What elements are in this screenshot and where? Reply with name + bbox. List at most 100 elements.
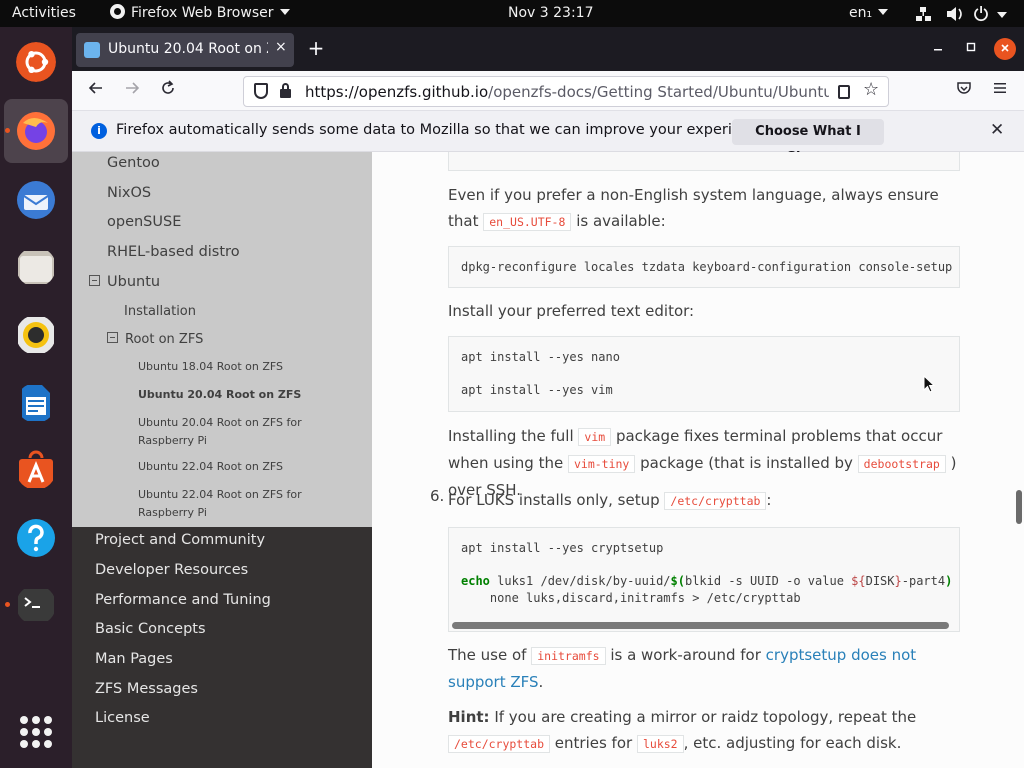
url-bar[interactable]: https://openzfs.github.io/openzfs-docs/G… — [243, 76, 889, 107]
sidebar-item-ubuntu-1804[interactable]: Ubuntu 18.04 Root on ZFS — [138, 358, 358, 376]
code-text: DISK — [865, 574, 895, 588]
code-horizontal-scrollbar[interactable] — [452, 622, 949, 629]
app-menu[interactable]: Firefox Web Browser — [110, 0, 290, 27]
sidebar-item-label: Ubuntu — [107, 274, 161, 290]
chevron-down-icon — [279, 9, 290, 15]
clock[interactable]: Nov 3 23:17 — [508, 0, 593, 27]
back-button[interactable] — [84, 79, 108, 103]
forward-button[interactable] — [120, 79, 144, 103]
sidebar-item-nixos[interactable]: NixOS — [107, 185, 151, 201]
code-line: apt install --yes cryptsetup — [461, 541, 664, 555]
page-vertical-scrollbar[interactable] — [1014, 152, 1024, 768]
sidebar-item-basic-concepts[interactable]: Basic Concepts — [95, 621, 206, 637]
sidebar-item-ubuntu-2204[interactable]: Ubuntu 22.04 Root on ZFS — [138, 458, 358, 476]
arrow-left-icon — [88, 82, 102, 94]
pocket-button[interactable] — [952, 79, 976, 103]
docs-sidebar: Gentoo NixOS openSUSE RHEL-based distro … — [72, 152, 372, 768]
sidebar-item-performance-and-tuning[interactable]: Performance and Tuning — [95, 592, 271, 608]
telemetry-notification-bar: i Firefox automatically sends some data … — [72, 111, 1024, 165]
inline-code: vim-tiny — [567, 455, 636, 473]
text: package (that is installed by — [640, 454, 853, 472]
code-line: dpkg-reconfigure locales tzdata keyboard… — [461, 260, 953, 274]
app-menu-button[interactable] — [988, 79, 1012, 103]
sidebar-item-man-pages[interactable]: Man Pages — [95, 651, 173, 667]
chevron-down-icon — [997, 12, 1007, 18]
sidebar-item-ubuntu-2204-rpi[interactable]: Ubuntu 22.04 Root on ZFS for Raspberry P… — [138, 486, 358, 522]
text: : — [766, 491, 772, 509]
reload-button[interactable] — [156, 79, 180, 103]
notification-message: Firefox automatically sends some data to… — [116, 122, 772, 138]
sidebar-item-rhel[interactable]: RHEL-based distro — [107, 244, 240, 260]
code-line: apt install --yes nano — [461, 350, 620, 364]
dock-software[interactable] — [4, 438, 68, 502]
sidebar-item-opensuse[interactable]: openSUSE — [107, 214, 181, 230]
pocket-icon — [957, 82, 971, 94]
dock-help[interactable] — [4, 506, 68, 570]
inline-code: initramfs — [531, 647, 606, 665]
url-text[interactable]: https://openzfs.github.io/openzfs-docs/G… — [305, 83, 829, 101]
inline-code: /etc/crypttab — [664, 492, 767, 510]
text: . — [538, 673, 544, 691]
inline-code: vim — [578, 428, 612, 446]
sidebar-item-root-on-zfs[interactable]: Root on ZFS — [107, 332, 203, 347]
hamburger-menu-icon — [994, 83, 1006, 93]
activities-button[interactable]: Activities — [12, 0, 76, 27]
collapse-toggle-icon[interactable] — [107, 332, 118, 343]
minimize-button[interactable] — [925, 35, 951, 61]
dock-writer[interactable] — [4, 371, 68, 435]
lock-icon[interactable] — [280, 83, 291, 98]
sidebar-item-ubuntu-2004-rpi[interactable]: Ubuntu 20.04 Root on ZFS for Raspberry P… — [138, 414, 358, 450]
text: Installing the full — [448, 427, 574, 445]
dock-rhythmbox[interactable] — [4, 303, 68, 367]
text: is available: — [576, 212, 666, 230]
new-tab-button[interactable]: + — [303, 35, 329, 61]
show-applications-icon[interactable] — [20, 716, 52, 748]
dock-thunderbird[interactable] — [4, 168, 68, 232]
keyword: echo — [461, 574, 490, 588]
ubuntu-logo-icon — [16, 42, 56, 82]
paragraph-locale: Even if you prefer a non-English system … — [448, 182, 960, 235]
dock-firefox[interactable] — [4, 99, 68, 163]
app-menu-label: Firefox Web Browser — [131, 5, 274, 21]
sidebar-item-ubuntu[interactable]: Ubuntu — [89, 274, 160, 290]
firefox-icon — [17, 112, 55, 150]
dock-terminal[interactable] — [4, 573, 68, 637]
bookmark-star-icon[interactable]: ☆ — [863, 79, 879, 100]
dock-ubuntu[interactable] — [4, 30, 68, 94]
sidebar-item-installation[interactable]: Installation — [124, 304, 196, 319]
input-source-menu[interactable]: en₁ — [849, 0, 889, 27]
scrollbar-thumb[interactable] — [1016, 490, 1022, 524]
text: is a work-around for — [610, 646, 761, 664]
docs-content: Even if you prefer a non-English system … — [372, 152, 1014, 768]
sidebar-item-gentoo[interactable]: Gentoo — [107, 155, 160, 171]
code-text: -part4 — [901, 574, 946, 588]
notification-close-icon[interactable]: ✕ — [990, 120, 1004, 140]
reader-view-icon[interactable] — [838, 85, 850, 99]
sidebar-item-developer-resources[interactable]: Developer Resources — [95, 562, 248, 578]
firefox-icon — [110, 4, 125, 19]
tab-ubuntu-2004-root-on-zfs[interactable]: Ubuntu 20.04 Root on ZFS × — [76, 33, 294, 67]
dock-files[interactable] — [4, 235, 68, 299]
tracking-protection-shield-icon[interactable] — [254, 83, 268, 99]
text: For LUKS installs only, setup — [448, 491, 660, 509]
collapse-toggle-icon[interactable] — [89, 275, 100, 286]
sidebar-item-ubuntu-2004-current[interactable]: Ubuntu 20.04 Root on ZFS — [138, 386, 358, 404]
sidebar-item-project-and-community[interactable]: Project and Community — [95, 532, 265, 548]
dock — [0, 27, 72, 768]
sidebar-item-zfs-messages[interactable]: ZFS Messages — [95, 681, 198, 697]
running-indicator — [5, 128, 10, 133]
system-menu[interactable] — [916, 0, 1008, 27]
close-icon — [1001, 44, 1009, 52]
chevron-down-icon — [878, 9, 889, 15]
variable: ${ — [851, 574, 866, 588]
maximize-button[interactable] — [958, 35, 984, 61]
site-favicon-icon — [84, 42, 100, 58]
sidebar-item-license[interactable]: License — [95, 710, 150, 726]
sidebar-item-label: Root on ZFS — [125, 332, 204, 347]
hint-label: Hint: — [448, 708, 490, 726]
tab-close-icon[interactable]: × — [275, 39, 287, 55]
terminal-icon — [18, 589, 54, 621]
window-close-button[interactable] — [994, 38, 1016, 60]
code-block-cryptsetup: apt install --yes cryptsetup echo luks1 … — [448, 527, 960, 632]
choose-what-i-share-button[interactable]: Choose What I Share — [732, 119, 884, 165]
